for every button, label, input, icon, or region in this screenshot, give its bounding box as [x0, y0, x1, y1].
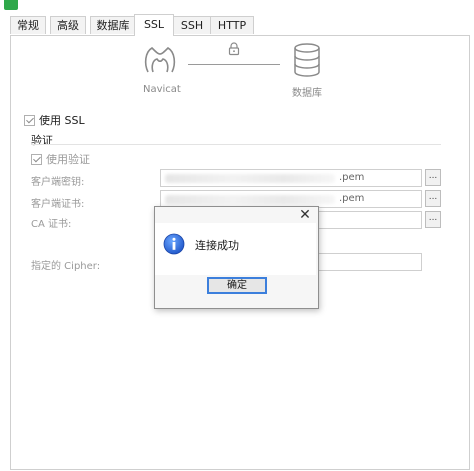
use-ssl-checkbox-box[interactable]: [24, 114, 35, 126]
client-cert-browse-button[interactable]: ...: [425, 190, 441, 207]
client-key-browse-button[interactable]: ...: [425, 169, 441, 186]
auth-section-title: 验证: [31, 134, 53, 147]
client-cert-label: 客户端证书:: [31, 199, 85, 210]
connection-line: [188, 64, 280, 65]
dialog-body: 连接成功: [155, 223, 316, 275]
use-ssl-checkbox[interactable]: 使用 SSL: [24, 112, 85, 128]
tab-ssh[interactable]: SSH: [173, 16, 211, 34]
tab-divider: [10, 35, 470, 36]
client-key-label: 客户端密钥:: [31, 177, 85, 188]
client-cert-value: .pem: [339, 193, 365, 204]
auth-section-divider: [31, 144, 441, 145]
tab-http[interactable]: HTTP: [210, 16, 254, 34]
ca-cert-browse-button[interactable]: ...: [425, 211, 441, 228]
tab-ssl[interactable]: SSL: [134, 14, 174, 36]
connection-diagram: Navicat 数据库: [130, 42, 360, 100]
client-key-input[interactable]: .pem: [160, 169, 422, 187]
info-icon: [163, 233, 185, 255]
tab-bar: 常规 高级 数据库 SSL SSH HTTP: [10, 14, 470, 36]
database-label: 数据库: [292, 88, 322, 99]
tab-general[interactable]: 常规: [10, 16, 46, 34]
lock-icon: [228, 42, 240, 56]
client-key-value: .pem: [339, 172, 365, 183]
navicat-logo-icon: [144, 47, 176, 73]
ca-cert-label: CA 证书:: [31, 219, 72, 230]
use-auth-label: 使用验证: [46, 153, 90, 166]
connection-success-dialog: ✕ 连接成功 确定: [154, 206, 319, 309]
dialog-close-button[interactable]: ✕: [298, 207, 312, 223]
tab-advanced[interactable]: 高级: [50, 16, 86, 34]
database-icon: [294, 43, 320, 77]
window-titlebar: [0, 0, 474, 12]
use-auth-checkbox-box[interactable]: [31, 153, 42, 165]
ok-button[interactable]: 确定: [207, 277, 267, 294]
use-auth-checkbox[interactable]: 使用验证: [31, 151, 90, 167]
cipher-label: 指定的 Cipher:: [31, 261, 101, 272]
navicat-label: Navicat: [143, 84, 181, 95]
dialog-message: 连接成功: [195, 239, 239, 252]
redacted-path: [165, 195, 335, 204]
use-ssl-label: 使用 SSL: [39, 114, 85, 127]
tab-database[interactable]: 数据库: [90, 16, 136, 34]
app-icon: [4, 0, 18, 10]
redacted-path: [165, 174, 335, 183]
